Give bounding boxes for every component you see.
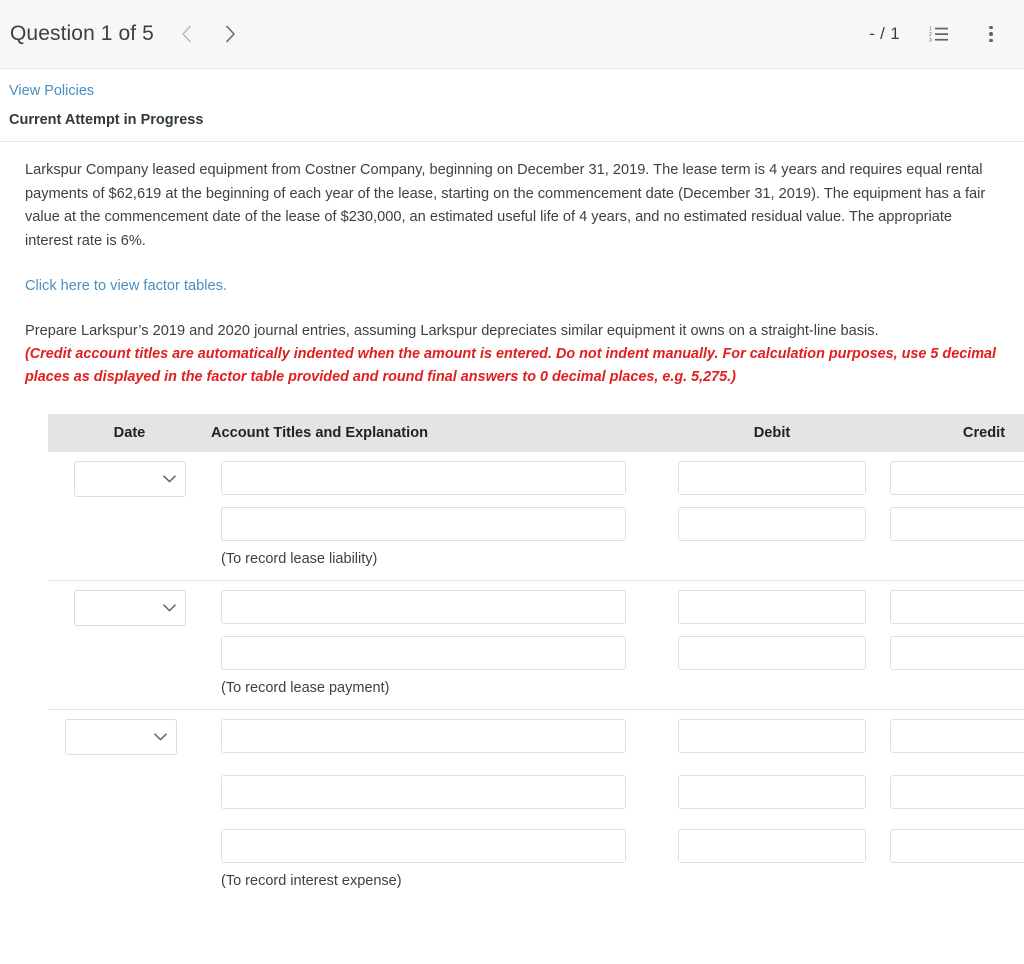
- journal-entry-table: Date Account Titles and Explanation Debi…: [48, 414, 1024, 902]
- account-cell: [211, 636, 666, 670]
- kebab-dot: [989, 25, 993, 30]
- instruction-main: Prepare Larkspur’s 2019 and 2020 journal…: [25, 323, 879, 339]
- account-cell: [211, 719, 666, 753]
- account-title-input[interactable]: [221, 590, 626, 624]
- rounding-note: (Credit account titles are automatically…: [25, 346, 997, 385]
- svg-text:3: 3: [929, 38, 932, 43]
- table-row: [48, 507, 1024, 541]
- debit-cell: [666, 775, 878, 809]
- entry-memo: (To record lease liability): [221, 551, 378, 567]
- question-content: View Policies Current Attempt in Progres…: [0, 69, 1024, 964]
- date-select-wrapper[interactable]: [73, 461, 186, 497]
- score-display: - / 1: [869, 24, 900, 43]
- memo-row: (To record lease payment): [48, 680, 1024, 696]
- journal-entry-block: (To record interest expense): [48, 710, 1024, 902]
- page-title: Question 1 of 5: [10, 22, 154, 45]
- account-cell: [211, 461, 666, 495]
- credit-cell: [878, 829, 1024, 863]
- debit-amount-input[interactable]: [678, 829, 866, 863]
- account-cell: [211, 829, 666, 863]
- toolbar-right-group: - / 1 1 2 3: [869, 21, 1004, 47]
- credit-amount-input[interactable]: [890, 719, 1024, 753]
- account-title-input[interactable]: [221, 507, 626, 541]
- debit-amount-input[interactable]: [678, 507, 866, 541]
- debit-cell: [666, 590, 878, 624]
- credit-cell: [878, 636, 1024, 670]
- problem-statement: Larkspur Company leased equipment from C…: [25, 162, 986, 249]
- credit-cell: [878, 775, 1024, 809]
- kebab-dot: [989, 32, 993, 36]
- account-title-input[interactable]: [221, 775, 626, 809]
- credit-cell: [878, 461, 1024, 495]
- debit-amount-input[interactable]: [678, 590, 866, 624]
- credit-amount-input[interactable]: [890, 507, 1024, 541]
- table-row: [48, 719, 1024, 755]
- entry-memo: (To record interest expense): [221, 873, 402, 889]
- debit-cell: [666, 829, 878, 863]
- table-row: [48, 829, 1024, 863]
- column-header-debit: Debit: [753, 425, 791, 441]
- debit-amount-input[interactable]: [678, 636, 866, 670]
- more-vertical-icon[interactable]: [978, 21, 1004, 47]
- table-row: [48, 461, 1024, 497]
- journal-entry-block: (To record lease payment): [48, 581, 1024, 710]
- debit-cell: [666, 636, 878, 670]
- chevron-left-icon[interactable]: [176, 20, 198, 48]
- account-cell: [211, 775, 666, 809]
- memo-row: (To record interest expense): [48, 873, 1024, 889]
- credit-cell: [878, 719, 1024, 753]
- view-policies-link[interactable]: View Policies: [9, 83, 94, 99]
- factor-tables-link[interactable]: Click here to view factor tables.: [25, 278, 227, 294]
- date-select[interactable]: [73, 461, 186, 497]
- date-select[interactable]: [65, 719, 177, 755]
- date-select[interactable]: [73, 590, 186, 626]
- kebab-dot: [989, 38, 993, 43]
- question-toolbar: Question 1 of 5 - / 1 1 2 3: [0, 0, 1024, 69]
- view-policies-row: View Policies: [0, 69, 1024, 100]
- credit-amount-input[interactable]: [890, 636, 1024, 670]
- debit-cell: [666, 719, 878, 753]
- debit-cell: [666, 461, 878, 495]
- date-select-wrapper[interactable]: [65, 719, 177, 755]
- column-header-date: Date: [113, 425, 146, 441]
- debit-amount-input[interactable]: [678, 775, 866, 809]
- journal-entry-block: (To record lease liability): [48, 452, 1024, 581]
- debit-cell: [666, 507, 878, 541]
- credit-amount-input[interactable]: [890, 590, 1024, 624]
- column-header-account: Account Titles and Explanation: [211, 425, 429, 441]
- date-cell: [48, 461, 211, 497]
- credit-cell: [878, 507, 1024, 541]
- account-title-input[interactable]: [221, 829, 626, 863]
- credit-cell: [878, 590, 1024, 624]
- table-header-row: Date Account Titles and Explanation Debi…: [48, 414, 1024, 452]
- account-title-input[interactable]: [221, 636, 626, 670]
- entry-memo: (To record lease payment): [221, 680, 390, 696]
- credit-amount-input[interactable]: [890, 461, 1024, 495]
- account-title-input[interactable]: [221, 461, 626, 495]
- debit-amount-input[interactable]: [678, 719, 866, 753]
- memo-row: (To record lease liability): [48, 551, 1024, 567]
- column-header-credit: Credit: [962, 425, 1006, 441]
- debit-amount-input[interactable]: [678, 461, 866, 495]
- chevron-right-icon[interactable]: [220, 20, 242, 48]
- question-navigation: [176, 20, 242, 48]
- question-body: Larkspur Company leased equipment from C…: [0, 159, 1024, 902]
- table-row: [48, 590, 1024, 626]
- attempt-status-label: Current Attempt in Progress: [9, 112, 204, 128]
- attempt-status-row: Current Attempt in Progress: [0, 100, 1024, 142]
- credit-amount-input[interactable]: [890, 829, 1024, 863]
- table-row: [48, 636, 1024, 670]
- account-title-input[interactable]: [221, 719, 626, 753]
- date-cell: [48, 719, 211, 755]
- account-cell: [211, 590, 666, 624]
- table-row: [48, 775, 1024, 809]
- account-cell: [211, 507, 666, 541]
- numbered-list-icon[interactable]: 1 2 3: [926, 21, 952, 47]
- date-select-wrapper[interactable]: [73, 590, 186, 626]
- date-cell: [48, 590, 211, 626]
- credit-amount-input[interactable]: [890, 775, 1024, 809]
- instruction-text: Prepare Larkspur’s 2019 and 2020 journal…: [25, 320, 1000, 389]
